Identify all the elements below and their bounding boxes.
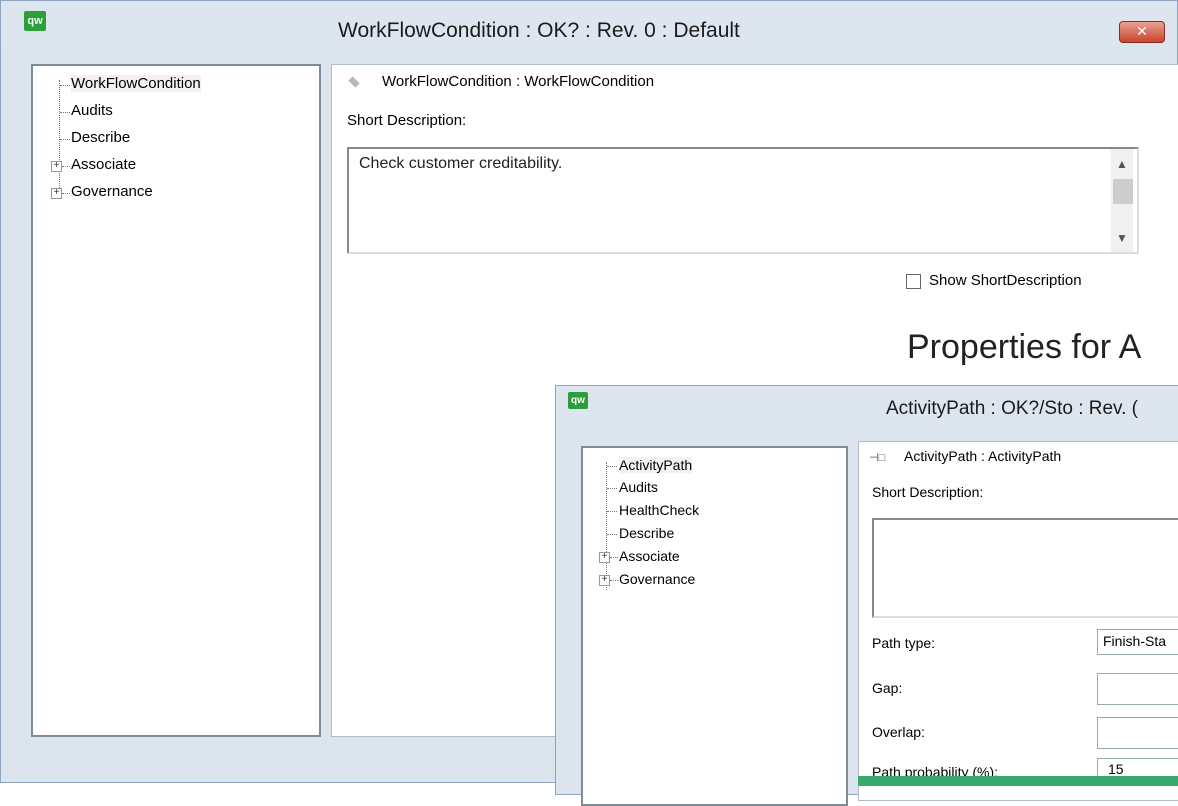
vertical-scrollbar[interactable]: ▲ ▼ xyxy=(1111,149,1133,252)
object-type-icon xyxy=(348,76,360,88)
window-title-2: ActivityPath : OK?/Sto : Rev. ( xyxy=(886,398,1139,419)
expand-icon[interactable]: + xyxy=(51,188,62,199)
show-short-description-label: Show ShortDescription xyxy=(929,272,1082,289)
tree-item-activitypath[interactable]: ActivityPath xyxy=(619,457,693,473)
expand-icon[interactable]: + xyxy=(599,575,610,586)
short-description-label: Short Description: xyxy=(347,112,467,129)
activity-path-window: qw ActivityPath : OK?/Sto : Rev. ( Activ… xyxy=(555,385,1178,806)
panel-header: WorkFlowCondition : WorkFlowCondition xyxy=(382,73,655,90)
overlap-input[interactable] xyxy=(1097,717,1178,749)
tree-item-workflowcondition[interactable]: WorkFlowCondition xyxy=(71,75,201,92)
gap-input[interactable] xyxy=(1097,673,1178,705)
scroll-down-icon[interactable]: ▼ xyxy=(1111,231,1133,245)
tree-item-healthcheck[interactable]: HealthCheck xyxy=(619,502,699,518)
navigation-tree: WorkFlowCondition Audits Describe + Asso… xyxy=(31,64,321,737)
scroll-up-icon[interactable]: ▲ xyxy=(1111,157,1133,171)
tree-item-governance[interactable]: Governance xyxy=(71,183,153,200)
tree-item-audits[interactable]: Audits xyxy=(619,479,658,495)
activity-path-icon: ⊣□ xyxy=(869,452,886,464)
tree-item-describe[interactable]: Describe xyxy=(71,129,130,146)
short-description-textarea-2[interactable] xyxy=(872,518,1178,618)
scroll-thumb[interactable] xyxy=(1113,179,1133,204)
window-title: WorkFlowCondition : OK? : Rev. 0 : Defau… xyxy=(338,19,740,42)
tree-item-associate[interactable]: Associate xyxy=(71,156,136,173)
details-panel-2: ⊣□ ActivityPath : ActivityPath Short Des… xyxy=(858,441,1178,801)
navigation-tree-2: ActivityPath Audits HealthCheck Describe… xyxy=(581,446,848,806)
tree-item-associate[interactable]: Associate xyxy=(619,548,680,564)
expand-icon[interactable]: + xyxy=(51,161,62,172)
gap-label: Gap: xyxy=(872,680,903,696)
app-logo-icon: qw xyxy=(24,11,46,31)
close-button[interactable]: ✕ xyxy=(1119,21,1165,43)
show-short-description-checkbox[interactable] xyxy=(906,274,921,289)
short-description-label-2: Short Description: xyxy=(872,484,984,500)
path-type-label: Path type: xyxy=(872,635,936,651)
properties-heading: Properties for A xyxy=(907,328,1142,366)
path-type-select[interactable]: Finish-Sta xyxy=(1097,629,1178,655)
tree-item-describe[interactable]: Describe xyxy=(619,525,674,541)
status-strip xyxy=(858,776,1178,786)
tree-item-governance[interactable]: Governance xyxy=(619,571,695,587)
overlap-label: Overlap: xyxy=(872,724,925,740)
tree-item-audits[interactable]: Audits xyxy=(71,102,113,119)
expand-icon[interactable]: + xyxy=(599,552,610,563)
short-description-text: Check customer creditability. xyxy=(359,155,563,172)
app-logo-icon: qw xyxy=(568,392,588,409)
short-description-textarea[interactable]: Check customer creditability. ▲ ▼ xyxy=(347,147,1139,254)
panel-header-2: ActivityPath : ActivityPath xyxy=(904,448,1062,464)
